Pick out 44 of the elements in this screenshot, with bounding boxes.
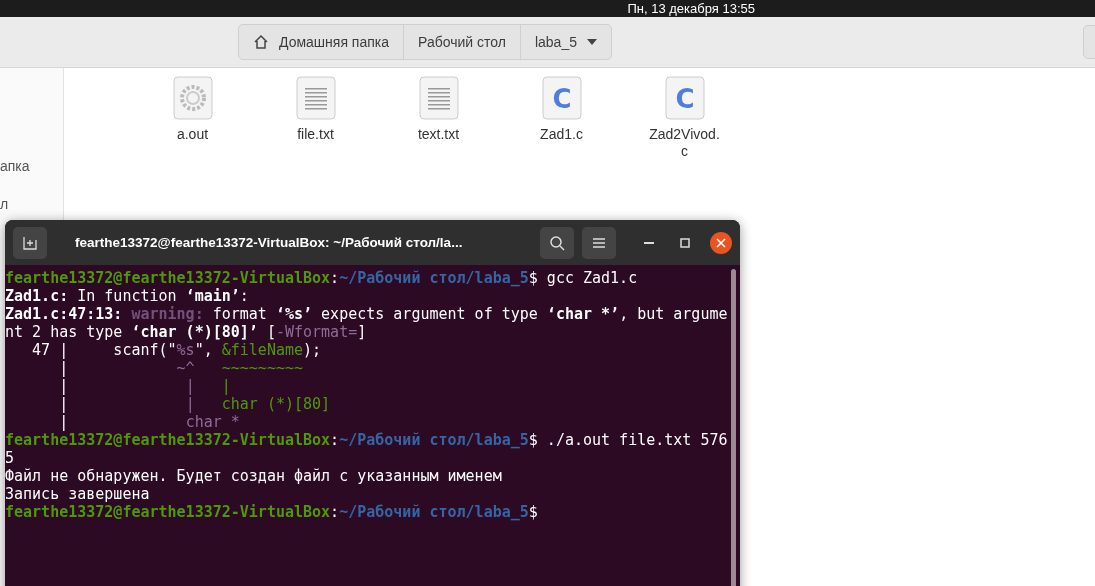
terminal-line: 47 | scanf("%s", &fileName);: [31, 341, 323, 359]
file-name[interactable]: file.txt: [297, 126, 334, 143]
new-tab-icon: [23, 235, 37, 250]
scrollbar[interactable]: [731, 269, 736, 586]
terminal-line: | | char (*)[80]: [58, 395, 332, 413]
search-icon: [549, 234, 565, 251]
terminal-line: fearthe13372@fearthe13372-VirtualBox:~/Рабочий стол/laba_5$ gcc Zad1.c: [5, 269, 639, 287]
file-name[interactable]: text.txt: [417, 126, 460, 143]
clock[interactable]: Пн, 13 декабря 13:55: [627, 1, 755, 16]
terminal-line: nt 2 has type ‘char (*)[80]’ [-Wformat=]: [5, 323, 368, 341]
menu-button[interactable]: [582, 226, 616, 259]
c-file-icon: C: [664, 76, 705, 120]
terminal-line: Zad1.c: In function ‘main’:: [5, 287, 250, 305]
terminal-line: | | |: [58, 377, 232, 395]
path-crumb[interactable]: Домашняя папка: [239, 25, 405, 59]
gear-file-icon: [172, 76, 213, 120]
caret-icon: [586, 39, 597, 45]
text-file-icon: [418, 76, 459, 120]
new-tab-button[interactable]: [13, 226, 47, 259]
close-button[interactable]: [710, 231, 732, 254]
terminal-line: 5: [5, 449, 16, 467]
file-name[interactable]: a.out: [176, 126, 209, 143]
terminal-line: fearthe13372@fearthe13372-VirtualBox:~/Рабочий стол/laba_5$ ./a.out file.txt 576: [5, 431, 726, 449]
terminal-line: Файл не обнаружен. Будет создан файл с указанным именем: [5, 467, 503, 485]
path-crumb[interactable]: Рабочий стол: [404, 25, 521, 59]
c-file-icon: C: [541, 76, 582, 120]
path-crumb[interactable]: laba_5: [520, 25, 611, 59]
window-title: fearthe13372@fearthe13372-VirtualBox: ~/Рабочий стол/la...: [75, 235, 464, 250]
terminal-line: fearthe13372@fearthe13372-VirtualBox:~/Рабочий стол/laba_5$: [5, 503, 539, 521]
file-name[interactable]: Zad1.c: [540, 126, 583, 143]
text-file-icon: [295, 76, 336, 120]
sidebar-item[interactable]: л: [0, 196, 63, 212]
close-icon: [716, 237, 726, 248]
terminal-line: Zad1.c:47:13: warning: format ‘%s’ expects argument of type ‘char *’, but argume: [5, 305, 726, 323]
terminal-line: | ~^ ~~~~~~~~~: [58, 359, 305, 377]
terminal-line: Запись завершена: [5, 485, 151, 503]
terminal-line: | char *: [58, 413, 241, 431]
search-button[interactable]: [540, 226, 574, 259]
minimize-icon: [644, 241, 654, 244]
sidebar-item[interactable]: апка: [0, 158, 63, 174]
maximize-icon: [680, 237, 690, 248]
file-name[interactable]: Zad2Vivod. c: [649, 126, 720, 160]
home-icon: [253, 34, 269, 50]
menu-icon: [593, 237, 605, 248]
